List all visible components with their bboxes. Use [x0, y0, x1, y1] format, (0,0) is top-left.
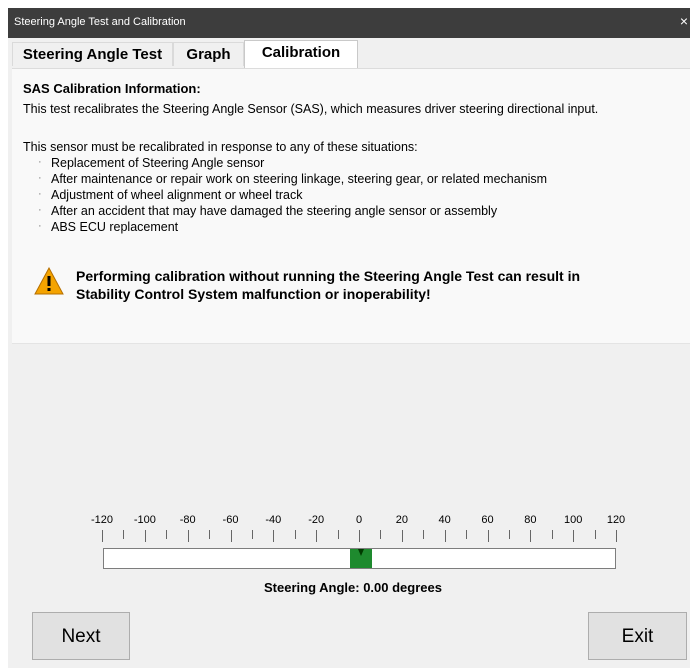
scale-major-tick — [444, 530, 446, 542]
tab-steering-angle-test[interactable]: Steering Angle Test — [12, 42, 173, 66]
calibration-info-panel: SAS Calibration Information: This test r… — [12, 68, 690, 344]
scale-major-tick — [530, 530, 532, 542]
scale-tick-label: -40 — [265, 514, 282, 526]
situation-label: After maintenance or repair work on stee… — [51, 172, 548, 186]
angle-scale: -120 -100 -80 -60 -40 -20 0 20 40 60 80 100 120 — [91, 514, 625, 546]
tab-bar: Steering Angle Test Graph Calibration — [8, 38, 690, 70]
scale-major-tick — [573, 530, 575, 542]
scale-major-tick — [102, 530, 103, 542]
scale-tick-label: -100 — [133, 514, 156, 526]
scale-minor-tick — [123, 530, 125, 539]
warning-line-1: Performing calibration without running t… — [76, 268, 581, 284]
warning-line-2: Stability Control System malfunction or … — [76, 286, 431, 302]
title-bar: Steering Angle Test and Calibration × — [8, 8, 690, 38]
scale-minor-tick — [551, 530, 553, 539]
scale-major-tick — [187, 530, 189, 542]
scale-tick-label: 60 — [481, 514, 494, 526]
scale-minor-tick — [251, 530, 253, 539]
scale-tick-label: -20 — [308, 514, 325, 526]
bullet-icon: · — [38, 156, 42, 168]
scale-major-tick — [487, 530, 489, 542]
scale-major-tick — [230, 530, 232, 542]
scale-minor-tick — [337, 530, 339, 539]
tab-graph[interactable]: Graph — [173, 42, 244, 66]
scale-tick-label: -80 — [179, 514, 196, 526]
scale-major-tick — [401, 530, 403, 542]
scale-minor-tick — [294, 530, 296, 539]
scale-tick-label: 120 — [606, 514, 626, 526]
scale-minor-tick — [380, 530, 382, 539]
situation-label: After an accident that may have damaged … — [51, 204, 498, 218]
bullet-icon: · — [38, 172, 42, 184]
situation-label: ABS ECU replacement — [51, 220, 179, 234]
scale-minor-tick — [594, 530, 596, 539]
steering-angle-bar — [103, 548, 616, 569]
scale-tick-label: 20 — [395, 514, 408, 526]
scale-minor-tick — [466, 530, 468, 539]
bullet-icon: · — [38, 204, 42, 216]
situations-intro: This sensor must be recalibrated in resp… — [23, 140, 418, 154]
scale-major-tick — [273, 530, 275, 542]
calibration-window: Steering Angle Test and Calibration × St… — [8, 8, 690, 668]
exit-button[interactable]: Exit — [588, 612, 687, 660]
scale-tick-label: 40 — [438, 514, 451, 526]
bullet-icon: · — [38, 188, 42, 200]
warning-message: Performing calibration without running t… — [76, 267, 580, 303]
angle-indicator — [349, 549, 372, 568]
info-description: This test recalibrates the Steering Angl… — [23, 102, 599, 116]
bullet-icon: · — [38, 220, 42, 232]
center-marker-icon — [357, 549, 364, 556]
window-title: Steering Angle Test and Calibration — [14, 16, 186, 28]
scale-major-tick — [144, 530, 146, 542]
scale-major-tick — [616, 530, 617, 542]
warning-triangle-icon — [34, 267, 64, 295]
situation-label: Adjustment of wheel alignment or wheel t… — [51, 188, 303, 202]
scale-tick-label: 0 — [355, 514, 363, 526]
situation-label: Replacement of Steering Angle sensor — [51, 156, 265, 170]
scale-minor-tick — [166, 530, 168, 539]
scale-tick-label: -60 — [222, 514, 239, 526]
scale-tick-label: 100 — [563, 514, 583, 526]
scale-major-tick — [316, 530, 318, 542]
info-heading: SAS Calibration Information: — [23, 81, 201, 96]
steering-angle-readout: Steering Angle: 0.00 degrees — [264, 580, 442, 595]
scale-minor-tick — [209, 530, 211, 539]
tab-calibration[interactable]: Calibration — [244, 40, 358, 68]
scale-minor-tick — [508, 530, 510, 539]
close-icon[interactable]: × — [680, 14, 688, 28]
scale-tick-label: 80 — [524, 514, 537, 526]
scale-major-tick — [359, 530, 360, 542]
next-button[interactable]: Next — [32, 612, 130, 660]
scale-tick-label: -120 — [90, 514, 114, 526]
scale-minor-tick — [423, 530, 425, 539]
